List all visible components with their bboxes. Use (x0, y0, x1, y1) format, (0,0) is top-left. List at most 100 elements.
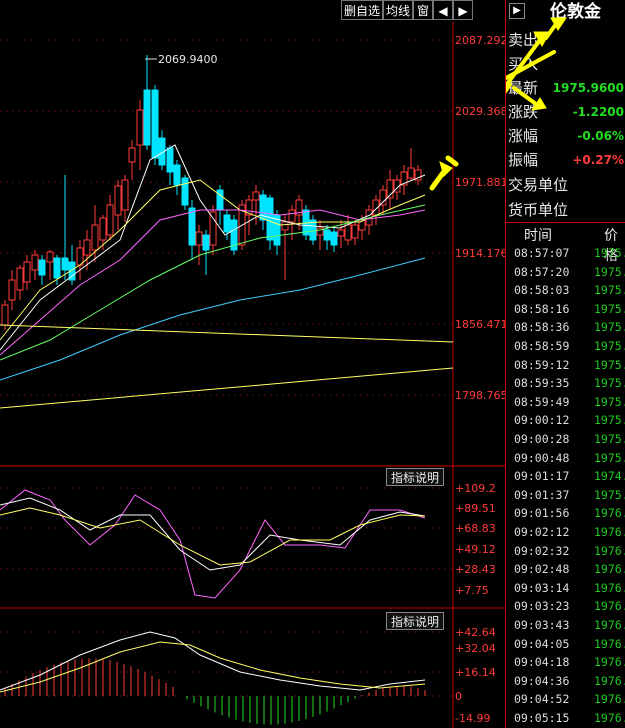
tick-row[interactable]: 09:00:48 1975. (506, 450, 625, 466)
candle-body (114, 185, 122, 216)
candle-body (151, 89, 159, 159)
tick-price: 1976. (594, 673, 625, 688)
indicator1-axis-label: +68.83 (455, 522, 496, 535)
long-ma2-line (0, 367, 454, 409)
tick-price: 1975. (594, 376, 625, 391)
tick-price: 1975. (594, 357, 625, 372)
macd-dif-line (0, 631, 426, 691)
arrow-left-icon[interactable]: ◀ (433, 0, 453, 20)
candle-body (407, 167, 415, 179)
tick-row[interactable]: 09:03:43 1976. (506, 617, 625, 633)
tick-row[interactable]: 09:04:05 1976. (506, 636, 625, 652)
tick-time: 08:59:49 (514, 394, 570, 409)
candle-body (323, 229, 331, 241)
tick-row[interactable]: 08:59:35 1975. (506, 375, 625, 391)
tick-time: 08:58:16 (514, 301, 570, 316)
tick-time: 09:04:18 (514, 655, 570, 670)
long-ma-line (0, 324, 454, 343)
tick-price: 1975. (594, 394, 625, 409)
candle-body (223, 214, 231, 233)
tick-row[interactable]: 08:57:07 1975. (506, 245, 625, 261)
tick-price: 1976. (594, 618, 625, 632)
tick-row[interactable]: 09:04:18 1976. (506, 654, 625, 670)
candle-body (31, 254, 39, 271)
tick-row[interactable]: 09:04:36 1976. (506, 673, 625, 689)
tick-row[interactable]: 09:04:52 1976. (506, 691, 625, 707)
candle-body (99, 217, 107, 241)
price-axis-label: 2087.292 (455, 34, 505, 47)
candle-body (351, 224, 359, 239)
tick-price: 1976. (594, 636, 625, 651)
chart-area[interactable]: 2069.9400 2087.292 2029.368 1971.881 191… (0, 0, 505, 728)
tick-row[interactable]: 09:05:15 1976. (506, 710, 625, 726)
candle-body (173, 164, 181, 186)
candle-body (128, 147, 136, 163)
kdj-d-line (0, 507, 426, 566)
candle-body (38, 259, 46, 276)
tick-price: 1974. (594, 469, 625, 484)
tick-row[interactable]: 09:03:23 1976. (506, 598, 625, 614)
tick-time: 09:00:48 (514, 450, 570, 465)
candle-body (143, 89, 151, 146)
kdj-j-line (0, 489, 426, 599)
tick-row[interactable]: 09:01:37 1975. (506, 487, 625, 503)
price-axis-label: 2029.368 (455, 105, 505, 118)
tick-row[interactable]: 08:57:20 1975. (506, 264, 625, 280)
candle-body (106, 204, 114, 236)
tick-row[interactable]: 09:01:56 1976. (506, 505, 625, 521)
tick-row[interactable]: 09:02:32 1976. (506, 543, 625, 559)
quote-row: 货币单位 (506, 198, 625, 222)
tick-row[interactable]: 08:58:03 1975. (506, 282, 625, 298)
tick-price: 1975. (594, 413, 625, 428)
tick-row[interactable]: 08:59:12 1975. (506, 357, 625, 373)
tick-row[interactable]: 08:59:49 1975. (506, 394, 625, 410)
tick-row[interactable]: 09:00:28 1975. (506, 431, 625, 447)
tick-time: 09:01:17 (514, 469, 570, 484)
tick-time: 09:02:12 (514, 525, 570, 539)
tick-time: 08:58:03 (514, 283, 570, 298)
indicator2-axis-label: 0 (455, 690, 462, 703)
indicator1-axis-label: +89.51 (455, 502, 496, 515)
price-axis-label: 1914.176 (455, 247, 505, 260)
moving-average-button[interactable]: 均线 (383, 0, 413, 20)
indicator1-axis-label: +49.12 (455, 543, 496, 556)
tick-row[interactable]: 09:03:14 1976. (506, 580, 625, 596)
candle-body (76, 247, 84, 266)
arrow-right-icon[interactable]: ▶ (453, 0, 473, 20)
indicator2-axis-label: -14.99 (455, 712, 490, 725)
tick-price: 1976. (594, 580, 625, 595)
remove-favorite-button[interactable]: 删自选 (341, 0, 383, 20)
candle-body (330, 231, 338, 246)
tick-price: 1976. (594, 562, 625, 577)
indicator1-axis-label: +109.2 (455, 482, 496, 495)
indicator1-axis-label: +7.75 (455, 584, 489, 597)
candle-body (379, 189, 387, 206)
candle-body (266, 197, 274, 241)
indicator2-axis-label: +42.64 (455, 626, 496, 639)
tick-time: 09:01:56 (514, 506, 570, 521)
candle-body (195, 231, 203, 246)
tick-row[interactable]: 08:58:16 1975. (506, 301, 625, 317)
tick-time: 09:00:28 (514, 432, 570, 446)
quote-panel: ▶ 伦敦金 卖出买入最新1975.9600涨跌-1.2200涨幅-0.06%振幅… (505, 0, 625, 728)
tick-row[interactable]: 09:00:12 1975. (506, 412, 625, 428)
tick-price: 1975. (594, 320, 625, 335)
tick-row[interactable]: 08:58:59 1975. (506, 338, 625, 354)
tick-row[interactable]: 09:02:48 1976. (506, 561, 625, 577)
indicator1-help-button[interactable]: 指标说明 (386, 468, 445, 486)
window-button[interactable]: 窗 (413, 0, 433, 20)
indicator2-axis-label: +16.14 (455, 666, 496, 679)
indicator2-help-button[interactable]: 指标说明 (386, 612, 445, 630)
moving-averages-group (0, 144, 454, 409)
tick-row[interactable]: 09:02:12 1976. (506, 524, 625, 540)
tick-price: 1975. (594, 487, 625, 502)
candle-body (209, 211, 217, 246)
candle-body (344, 224, 352, 241)
tick-time: 09:04:36 (514, 673, 570, 688)
quote-row-label: 货币单位 (508, 201, 569, 219)
tick-price: 1975. (594, 450, 625, 465)
tick-row[interactable]: 08:58:36 1975. (506, 319, 625, 335)
candle-body (46, 251, 54, 263)
annotation-arrow (445, 155, 459, 167)
tick-row[interactable]: 09:01:17 1974. (506, 468, 625, 484)
